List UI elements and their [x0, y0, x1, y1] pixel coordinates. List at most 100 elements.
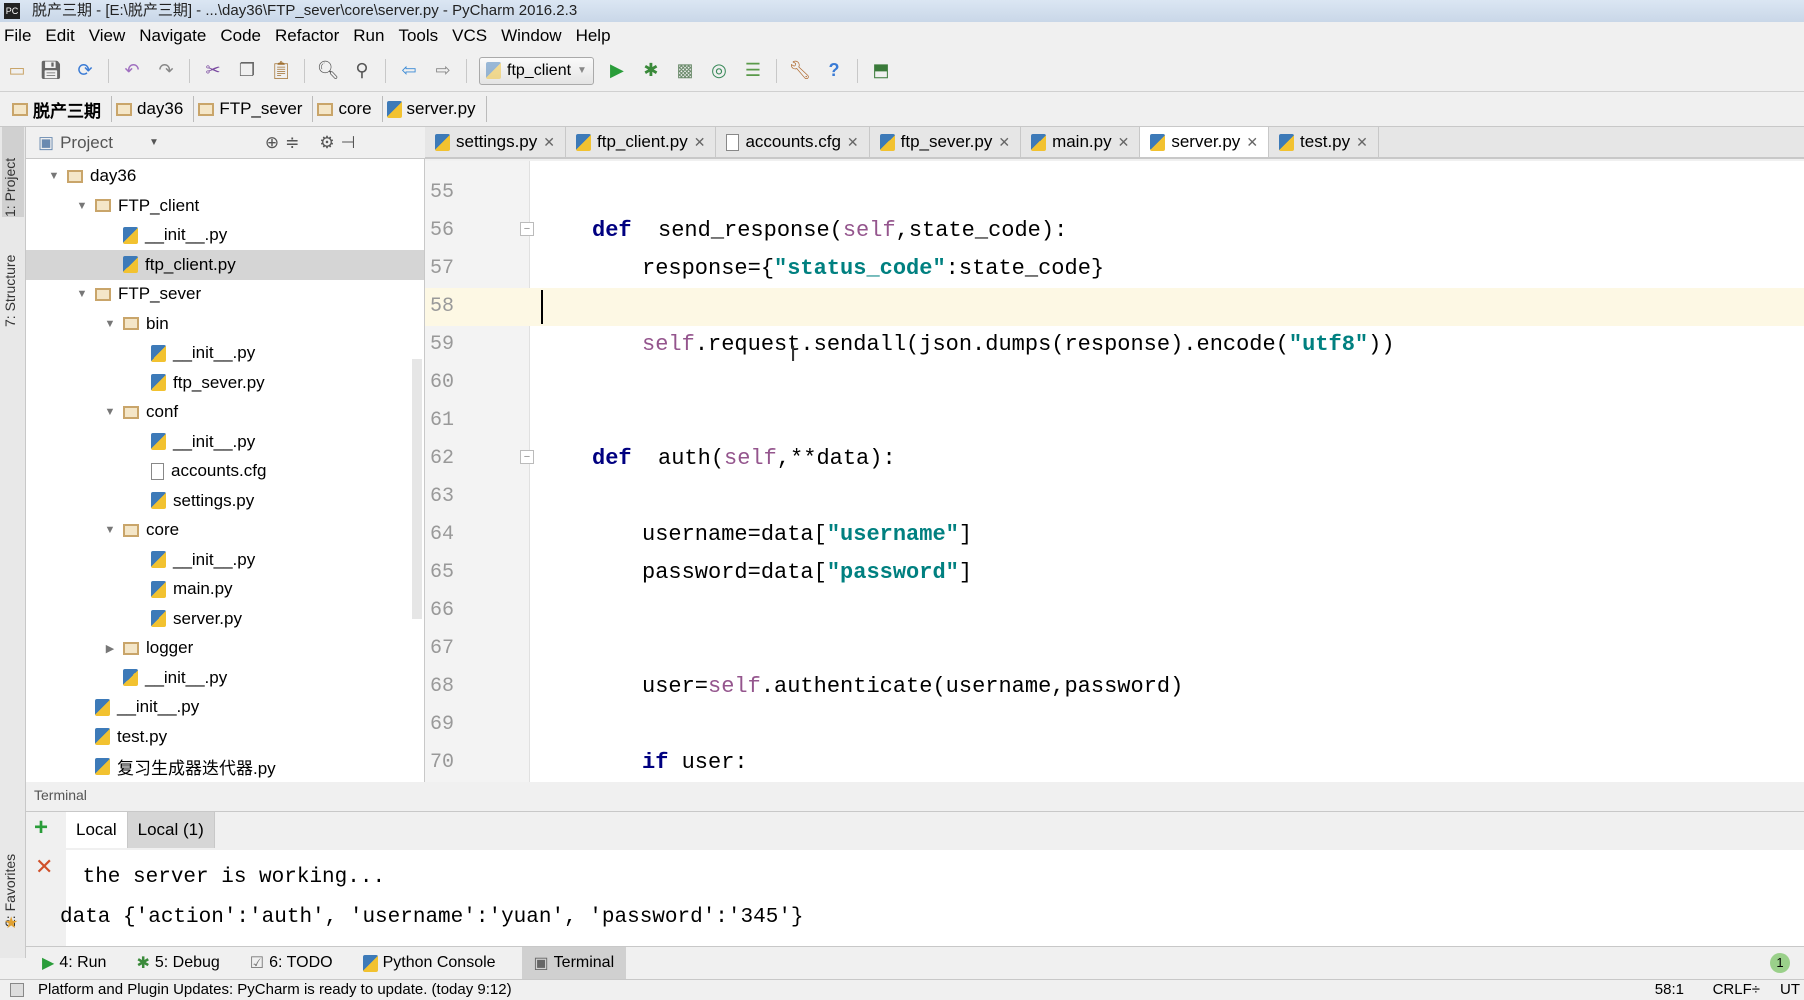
- project-tool-tab[interactable]: 1: Project: [2, 127, 24, 217]
- editor-tab[interactable]: main.py ✕: [1021, 127, 1141, 157]
- collapse-all-icon[interactable]: ≑: [285, 133, 299, 153]
- tree-item[interactable]: accounts.cfg: [26, 456, 424, 486]
- tree-item[interactable]: ▼ day36: [26, 161, 424, 191]
- sync-icon[interactable]: ⟳: [74, 60, 96, 82]
- line-separator[interactable]: CRLF÷: [1713, 980, 1760, 1000]
- menu-edit[interactable]: Edit: [45, 26, 74, 46]
- hide-panel-icon[interactable]: ⊣: [341, 133, 356, 153]
- run-icon[interactable]: ▶: [606, 60, 628, 82]
- cut-icon[interactable]: ✂: [202, 60, 224, 82]
- paste-icon[interactable]: 📋︎: [270, 60, 293, 82]
- menu-view[interactable]: View: [89, 26, 126, 46]
- todo-tool-tab[interactable]: ☑ 6: TODO: [246, 947, 337, 980]
- close-tab-icon[interactable]: ✕: [694, 134, 706, 151]
- breadcrumb-item[interactable]: FTP_sever: [194, 96, 314, 122]
- run-tool-tab[interactable]: ▶ 4: Run: [38, 947, 110, 980]
- expand-arrow-icon[interactable]: ▼: [76, 288, 88, 300]
- tree-item[interactable]: __init__.py: [26, 427, 424, 457]
- tree-item[interactable]: ▼ conf: [26, 397, 424, 427]
- tree-item[interactable]: ftp_sever.py: [26, 368, 424, 398]
- expand-arrow-icon[interactable]: ▼: [76, 200, 88, 212]
- profile-icon[interactable]: ◎: [708, 60, 730, 82]
- python-console-tool-tab[interactable]: Python Console: [359, 947, 500, 980]
- expand-arrow-icon[interactable]: ▼: [104, 406, 116, 418]
- find-icon[interactable]: 🔍︎: [317, 60, 340, 82]
- tree-item[interactable]: __init__.py: [26, 663, 424, 693]
- status-toggle-icon[interactable]: [10, 983, 24, 997]
- coverage-icon[interactable]: ▩: [674, 60, 696, 82]
- menu-help[interactable]: Help: [576, 26, 611, 46]
- menu-window[interactable]: Window: [501, 26, 561, 46]
- tree-item[interactable]: ▼ FTP_client: [26, 191, 424, 221]
- forward-icon[interactable]: ⇨: [432, 60, 454, 82]
- menu-vcs[interactable]: VCS: [452, 26, 487, 46]
- status-message[interactable]: Platform and Plugin Updates: PyCharm is …: [38, 981, 512, 998]
- settings-wrench-icon[interactable]: 🔧︎: [789, 60, 812, 82]
- tree-item[interactable]: settings.py: [26, 486, 424, 516]
- menu-refactor[interactable]: Refactor: [275, 26, 339, 46]
- terminal-tool-tab[interactable]: ▣ Terminal: [521, 946, 627, 980]
- editor-tab[interactable]: ftp_client.py ✕: [566, 127, 717, 157]
- close-tab-icon[interactable]: ✕: [543, 134, 555, 151]
- editor-tab[interactable]: test.py ✕: [1269, 127, 1379, 157]
- close-tab-icon[interactable]: ✕: [1118, 134, 1130, 151]
- vcs-icon[interactable]: ⬒: [870, 60, 892, 82]
- tree-item[interactable]: server.py: [26, 604, 424, 634]
- close-session-icon[interactable]: ✕: [35, 854, 53, 880]
- collapse-arrow-icon[interactable]: ▶: [104, 642, 116, 655]
- menu-tools[interactable]: Tools: [398, 26, 438, 46]
- help-icon[interactable]: ?: [823, 60, 845, 82]
- editor-tab[interactable]: accounts.cfg ✕: [716, 127, 870, 157]
- editor-tab[interactable]: server.py ✕: [1140, 127, 1270, 157]
- copy-icon[interactable]: ❐: [236, 60, 258, 82]
- breadcrumb-item[interactable]: day36: [112, 96, 195, 122]
- close-tab-icon[interactable]: ✕: [847, 134, 859, 151]
- menu-run[interactable]: Run: [353, 26, 384, 46]
- breadcrumb-item[interactable]: server.py: [383, 96, 487, 122]
- undo-icon[interactable]: ↶: [121, 60, 143, 82]
- breadcrumb-item[interactable]: core: [313, 96, 383, 122]
- terminal-output[interactable]: the server is working... data {'action':…: [60, 850, 1804, 946]
- add-session-icon[interactable]: +: [34, 814, 48, 842]
- terminal-tab-local-1[interactable]: Local (1): [127, 812, 215, 848]
- gear-icon[interactable]: ⚙: [319, 133, 334, 153]
- replace-icon[interactable]: ⚲: [351, 60, 373, 82]
- back-icon[interactable]: ⇦: [398, 60, 420, 82]
- save-icon[interactable]: 💾︎: [40, 60, 63, 82]
- tree-item[interactable]: __init__.py: [26, 220, 424, 250]
- concurrency-icon[interactable]: ☰: [742, 60, 764, 82]
- open-folder-icon[interactable]: ▭: [6, 60, 28, 82]
- tree-item[interactable]: __init__.py: [26, 338, 424, 368]
- terminal-tab-local[interactable]: Local: [66, 812, 128, 848]
- run-configuration-dropdown[interactable]: ftp_client ▼: [479, 56, 594, 85]
- tree-item[interactable]: ▼ core: [26, 515, 424, 545]
- close-tab-icon[interactable]: ✕: [1246, 134, 1258, 151]
- favorites-tool-tab[interactable]: 2: Favorites: [2, 817, 18, 927]
- expand-arrow-icon[interactable]: ▼: [48, 170, 60, 182]
- structure-tool-tab[interactable]: 7: Structure: [2, 227, 18, 327]
- tree-item[interactable]: __init__.py: [26, 692, 424, 722]
- tree-item[interactable]: test.py: [26, 722, 424, 752]
- chevron-down-icon[interactable]: ▼: [149, 137, 159, 148]
- expand-arrow-icon[interactable]: ▼: [104, 524, 116, 536]
- editor-tab[interactable]: settings.py ✕: [425, 127, 566, 157]
- menu-code[interactable]: Code: [220, 26, 261, 46]
- tree-item[interactable]: 复习生成器迭代器.py: [26, 751, 424, 781]
- caret-position[interactable]: 58:1: [1655, 980, 1684, 1000]
- event-log-badge[interactable]: 1: [1770, 953, 1790, 973]
- debug-icon[interactable]: ✱: [640, 60, 662, 82]
- expand-arrow-icon[interactable]: ▼: [104, 318, 116, 330]
- debug-tool-tab[interactable]: ✱ 5: Debug: [132, 947, 223, 980]
- fold-marker-icon[interactable]: −: [520, 222, 534, 236]
- redo-icon[interactable]: ↷: [155, 60, 177, 82]
- locate-icon[interactable]: ⊕: [265, 133, 279, 153]
- tree-item[interactable]: ▼ bin: [26, 309, 424, 339]
- tree-item[interactable]: __init__.py: [26, 545, 424, 575]
- tree-item[interactable]: ▶ logger: [26, 633, 424, 663]
- close-tab-icon[interactable]: ✕: [1356, 134, 1368, 151]
- fold-marker-icon[interactable]: −: [520, 450, 534, 464]
- menu-file[interactable]: File: [4, 26, 31, 46]
- close-tab-icon[interactable]: ✕: [998, 134, 1010, 151]
- tree-item[interactable]: main.py: [26, 574, 424, 604]
- menu-navigate[interactable]: Navigate: [139, 26, 206, 46]
